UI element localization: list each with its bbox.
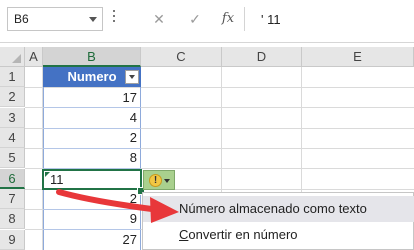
- arrow-annotation: [56, 189, 179, 223]
- drag-handle-icon[interactable]: [113, 10, 117, 25]
- row-header-3[interactable]: 3: [0, 108, 25, 128]
- warning-icon: !: [149, 174, 162, 187]
- menu-item-accelerator: C: [179, 227, 189, 242]
- row-header-4[interactable]: 4: [0, 128, 25, 148]
- menu-item-label: onvertir en número: [188, 227, 298, 242]
- active-cell[interactable]: 11: [42, 169, 142, 190]
- column-header-c[interactable]: C: [141, 47, 222, 67]
- row-header-5[interactable]: 5: [0, 148, 25, 168]
- arrow-head: [150, 197, 179, 223]
- formula-bar: B6 ✕ ✓ fx ' 11: [0, 0, 414, 42]
- table-cell[interactable]: 2: [43, 128, 141, 148]
- cancel-icon[interactable]: ✕: [148, 8, 170, 30]
- column-header-d[interactable]: D: [222, 47, 302, 67]
- column-header-b[interactable]: B: [43, 47, 141, 67]
- row-header-1[interactable]: 1: [0, 67, 25, 87]
- row-header-2[interactable]: 2: [0, 87, 25, 107]
- table-header-cell[interactable]: Numero: [43, 67, 141, 87]
- row-header-8[interactable]: 8: [0, 209, 25, 229]
- chevron-down-icon: [164, 179, 170, 183]
- table-cell[interactable]: 8: [43, 148, 141, 168]
- divider: [0, 42, 414, 43]
- row-header-6[interactable]: 6: [0, 169, 25, 189]
- name-box[interactable]: B6: [7, 7, 103, 31]
- formula-value: ' 11: [261, 12, 281, 27]
- formula-input[interactable]: ' 11: [244, 7, 414, 31]
- name-box-value: B6: [14, 12, 29, 26]
- table-header-label: Numero: [67, 69, 117, 84]
- table-cell[interactable]: 27: [43, 230, 141, 250]
- table-cell[interactable]: 17: [43, 88, 141, 108]
- active-cell-value: 11: [50, 172, 64, 187]
- filter-dropdown-icon[interactable]: [125, 70, 139, 84]
- chevron-down-icon[interactable]: [89, 17, 97, 22]
- row-header-9[interactable]: 9: [0, 230, 25, 250]
- select-all-button[interactable]: [0, 47, 25, 67]
- menu-item-label: Número almacenado como texto: [179, 201, 367, 216]
- table-cell[interactable]: 4: [43, 108, 141, 128]
- insert-function-icon[interactable]: fx: [217, 8, 239, 30]
- column-header-e[interactable]: E: [302, 47, 414, 67]
- row-header-7[interactable]: 7: [0, 189, 25, 209]
- error-check-button[interactable]: !: [143, 170, 175, 190]
- column-header-a[interactable]: A: [25, 47, 43, 67]
- check-icon[interactable]: ✓: [184, 8, 206, 30]
- arrow-shaft: [56, 189, 163, 213]
